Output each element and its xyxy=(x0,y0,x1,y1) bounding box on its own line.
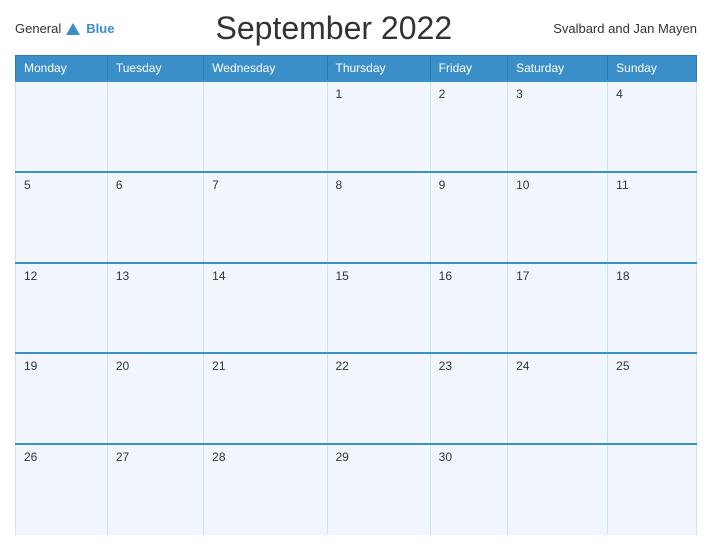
weekday-header: Saturday xyxy=(508,56,608,82)
calendar-day-cell xyxy=(508,444,608,535)
day-number: 14 xyxy=(212,269,225,283)
calendar-day-cell: 9 xyxy=(430,172,507,263)
calendar-wrapper: General Blue September 2022 Svalbard and… xyxy=(0,0,712,550)
calendar-day-cell: 25 xyxy=(608,353,697,444)
day-number: 21 xyxy=(212,359,225,373)
logo-general: General xyxy=(15,21,61,36)
day-number: 16 xyxy=(439,269,452,283)
weekday-header: Wednesday xyxy=(204,56,327,82)
day-number: 8 xyxy=(336,178,343,192)
calendar-week-row: 1 2 3 4 xyxy=(16,81,697,172)
day-number: 5 xyxy=(24,178,31,192)
calendar-day-cell: 8 xyxy=(327,172,430,263)
day-number: 22 xyxy=(336,359,349,373)
day-number: 29 xyxy=(336,450,349,464)
day-number: 10 xyxy=(516,178,529,192)
calendar-day-cell: 24 xyxy=(508,353,608,444)
day-number: 1 xyxy=(336,87,343,101)
calendar-day-cell: 17 xyxy=(508,263,608,354)
calendar-day-cell: 19 xyxy=(16,353,108,444)
calendar-header: General Blue September 2022 Svalbard and… xyxy=(15,10,697,47)
calendar-week-row: 26 27 28 29 30 xyxy=(16,444,697,535)
calendar-day-cell: 5 xyxy=(16,172,108,263)
logo: General Blue xyxy=(15,20,114,38)
day-number: 28 xyxy=(212,450,225,464)
day-number: 12 xyxy=(24,269,37,283)
calendar-day-cell: 29 xyxy=(327,444,430,535)
calendar-body: 1234567891011121314151617181920212223242… xyxy=(16,81,697,535)
calendar-day-cell: 28 xyxy=(204,444,327,535)
day-number: 26 xyxy=(24,450,37,464)
calendar-day-cell xyxy=(16,81,108,172)
calendar-week-row: 12 13 14 15 16 17 18 xyxy=(16,263,697,354)
calendar-day-cell xyxy=(608,444,697,535)
calendar-day-cell: 3 xyxy=(508,81,608,172)
day-number: 17 xyxy=(516,269,529,283)
region-label: Svalbard and Jan Mayen xyxy=(553,21,697,36)
calendar-day-cell: 12 xyxy=(16,263,108,354)
calendar-day-cell: 15 xyxy=(327,263,430,354)
weekday-header: Sunday xyxy=(608,56,697,82)
calendar-day-cell xyxy=(107,81,203,172)
calendar-day-cell: 13 xyxy=(107,263,203,354)
calendar-week-row: 19 20 21 22 23 24 25 xyxy=(16,353,697,444)
calendar-table: MondayTuesdayWednesdayThursdayFridaySatu… xyxy=(15,55,697,535)
calendar-day-cell: 30 xyxy=(430,444,507,535)
calendar-day-cell: 23 xyxy=(430,353,507,444)
calendar-day-cell: 2 xyxy=(430,81,507,172)
calendar-day-cell: 22 xyxy=(327,353,430,444)
day-number: 27 xyxy=(116,450,129,464)
day-number: 18 xyxy=(616,269,629,283)
calendar-day-cell: 1 xyxy=(327,81,430,172)
day-number: 13 xyxy=(116,269,129,283)
weekday-header: Friday xyxy=(430,56,507,82)
calendar-day-cell: 6 xyxy=(107,172,203,263)
weekday-header: Monday xyxy=(16,56,108,82)
day-number: 25 xyxy=(616,359,629,373)
day-number: 24 xyxy=(516,359,529,373)
day-number: 20 xyxy=(116,359,129,373)
weekday-header: Tuesday xyxy=(107,56,203,82)
calendar-day-cell: 7 xyxy=(204,172,327,263)
day-number: 9 xyxy=(439,178,446,192)
day-number: 19 xyxy=(24,359,37,373)
calendar-day-cell: 14 xyxy=(204,263,327,354)
calendar-day-cell: 21 xyxy=(204,353,327,444)
day-number: 7 xyxy=(212,178,219,192)
calendar-week-row: 5 6 7 8 9 10 11 xyxy=(16,172,697,263)
weekday-header: Thursday xyxy=(327,56,430,82)
calendar-day-cell: 26 xyxy=(16,444,108,535)
day-number: 15 xyxy=(336,269,349,283)
day-number: 2 xyxy=(439,87,446,101)
day-number: 6 xyxy=(116,178,123,192)
day-number: 30 xyxy=(439,450,452,464)
calendar-day-cell xyxy=(204,81,327,172)
calendar-day-cell: 10 xyxy=(508,172,608,263)
logo-blue: Blue xyxy=(86,21,114,36)
day-number: 23 xyxy=(439,359,452,373)
calendar-day-cell: 11 xyxy=(608,172,697,263)
month-title: September 2022 xyxy=(114,10,553,47)
calendar-day-cell: 4 xyxy=(608,81,697,172)
day-number: 3 xyxy=(516,87,523,101)
logo-triangle-icon xyxy=(66,23,80,35)
calendar-day-cell: 27 xyxy=(107,444,203,535)
day-number: 4 xyxy=(616,87,623,101)
calendar-day-cell: 16 xyxy=(430,263,507,354)
calendar-header-row: MondayTuesdayWednesdayThursdayFridaySatu… xyxy=(16,56,697,82)
calendar-day-cell: 20 xyxy=(107,353,203,444)
calendar-day-cell: 18 xyxy=(608,263,697,354)
day-number: 11 xyxy=(616,178,628,192)
